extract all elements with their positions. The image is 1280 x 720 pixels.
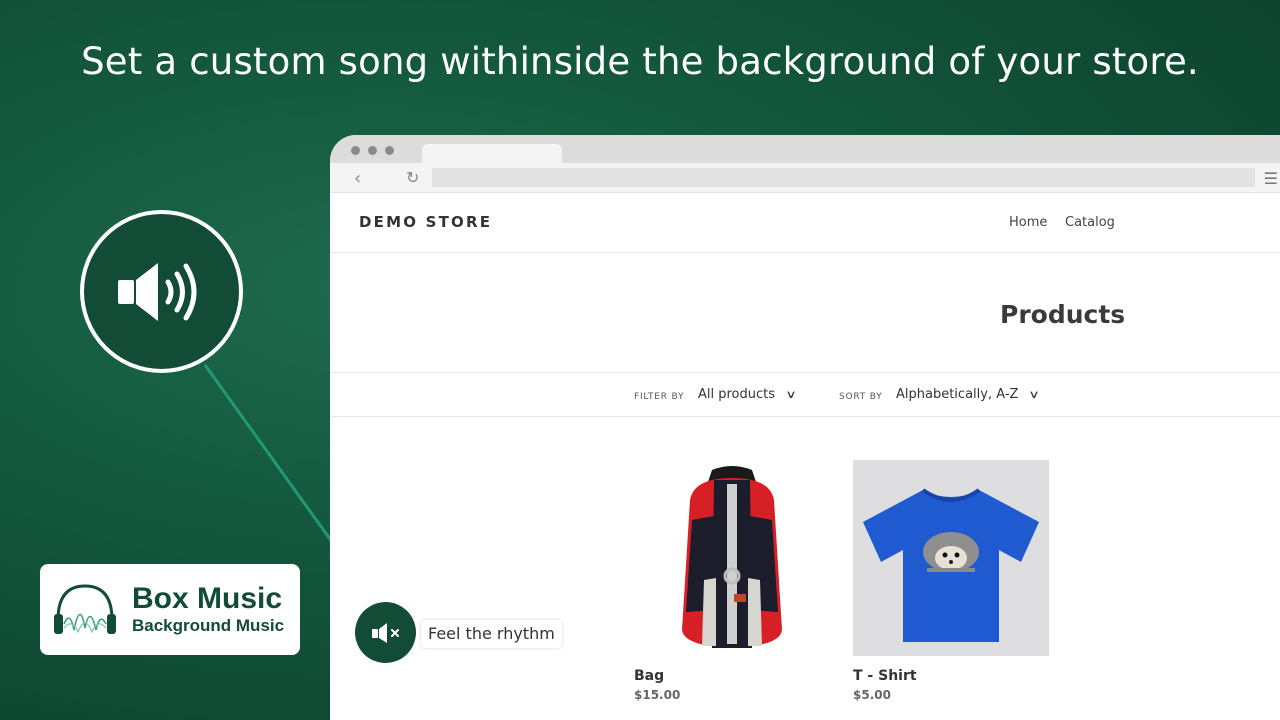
speaker-callout xyxy=(80,210,243,373)
brand-subtitle: Background Music xyxy=(132,615,285,635)
address-bar: ‹ ↻ ☰ xyxy=(330,163,1280,193)
filter-label: FILTER BY xyxy=(634,392,685,402)
window-dot-minimize[interactable] xyxy=(368,146,377,155)
product-price: $5.00 xyxy=(853,688,891,702)
tshirt-image xyxy=(863,488,1039,642)
divider xyxy=(330,372,1280,373)
product-card-bag[interactable]: Bag $15.00 xyxy=(634,460,830,702)
headphones-logo-icon xyxy=(54,583,116,634)
back-arrow-icon[interactable]: ‹ xyxy=(354,168,361,189)
url-input[interactable] xyxy=(432,168,1255,187)
product-name[interactable]: Bag xyxy=(634,668,830,684)
backpack-image xyxy=(682,466,782,648)
page-title: Products xyxy=(1000,300,1126,329)
store-name[interactable]: DEMO STORE xyxy=(359,213,492,231)
brand-title: Box Music xyxy=(132,581,283,615)
store-header: DEMO STORE Home Catalog xyxy=(330,193,1280,253)
reload-icon[interactable]: ↻ xyxy=(406,168,419,187)
headline: Set a custom song withinside the backgro… xyxy=(81,40,1199,83)
speaker-mute-icon xyxy=(371,622,399,643)
player-label: Feel the rhythm xyxy=(421,620,562,648)
chevron-down-icon: ∨ xyxy=(785,388,797,401)
window-dot-close[interactable] xyxy=(351,146,360,155)
product-card-tshirt[interactable]: T - Shirt $5.00 xyxy=(853,460,1049,702)
nav-link-home[interactable]: Home xyxy=(1009,215,1047,230)
hamburger-menu-icon[interactable]: ☰ xyxy=(1264,169,1278,188)
sort-value: Alphabetically, A-Z xyxy=(896,387,1019,402)
product-price: $15.00 xyxy=(634,688,681,702)
nav-link-catalog[interactable]: Catalog xyxy=(1065,215,1115,230)
speaker-sound-icon xyxy=(117,262,196,321)
sort-select[interactable]: Alphabetically, A-Z ∨ xyxy=(896,387,1041,402)
filter-select[interactable]: All products ∨ xyxy=(698,387,797,402)
chevron-down-icon: ∨ xyxy=(1028,388,1041,401)
filter-value: All products xyxy=(698,387,776,402)
window-dot-maximize[interactable] xyxy=(385,146,394,155)
product-image-backpack[interactable] xyxy=(634,460,830,656)
browser-tab-bar xyxy=(330,135,1280,163)
brand-card: Box Music Background Music xyxy=(40,564,300,655)
window-controls xyxy=(351,146,394,155)
sort-label: SORT BY xyxy=(839,392,883,402)
browser-tab[interactable] xyxy=(422,144,562,163)
product-image-tshirt[interactable] xyxy=(853,460,1049,656)
product-name[interactable]: T - Shirt xyxy=(853,668,1049,684)
mute-toggle-button[interactable] xyxy=(355,602,416,663)
divider xyxy=(330,416,1280,417)
